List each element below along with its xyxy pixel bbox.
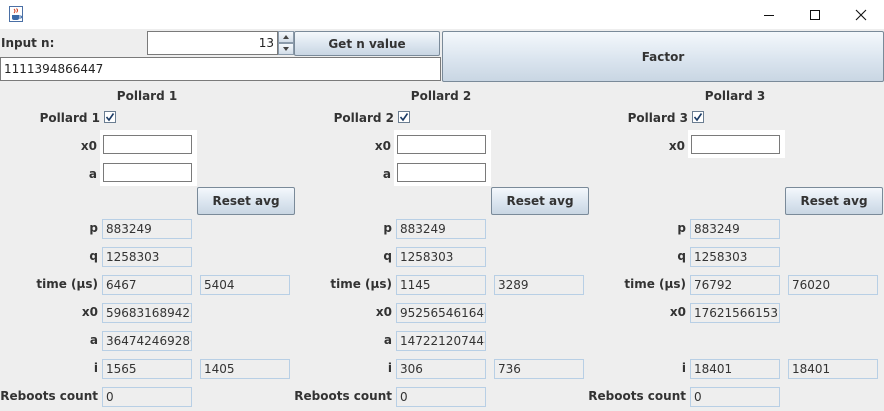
input-n-label: Input n:: [1, 36, 55, 50]
pollard-1-i-value: 1565: [102, 359, 192, 379]
pollard-2-reboots-count-label: Reboots count: [294, 389, 392, 403]
pollard-2-result-a-label: a: [383, 333, 392, 347]
pollard-1-a-input-label: a: [88, 167, 97, 181]
pollard-1-i-avg: 1405: [200, 359, 290, 379]
pollard-2-x0-input[interactable]: [397, 135, 486, 154]
pollard-1-x0-input[interactable]: [103, 135, 192, 154]
pollard-1-checkbox-label: Pollard 1: [39, 111, 100, 125]
pollard-2-x0-input-label: x0: [374, 139, 391, 153]
pollard-1-i-label: i: [93, 361, 98, 375]
pollard-1-result-x0-value: 596831689423: [102, 303, 192, 323]
pollard-1-p-label: p: [89, 221, 98, 235]
pollard-3-x0-input-label: x0: [668, 139, 685, 153]
pollard-2-time-avg: 3289: [494, 275, 584, 295]
pollard-3-result-x0-label: x0: [669, 305, 686, 319]
pollard-3-time-value: 76792: [690, 275, 780, 295]
java-cup-icon: [9, 6, 23, 22]
pollard-1-time-label: time (µs): [36, 277, 98, 291]
pollard-2-p-value: 883249: [396, 219, 486, 239]
pollard-2-checkbox[interactable]: [398, 111, 410, 123]
pollard-1-checkbox[interactable]: [104, 111, 116, 123]
pollard-3-q-value: 1258303: [690, 247, 780, 267]
pollard-1-time-value: 6467: [102, 275, 192, 295]
pollard-3-reboots-count-value: 0: [690, 387, 780, 407]
factor-button[interactable]: Factor: [442, 31, 884, 82]
pollard-3-checkbox[interactable]: [692, 111, 704, 123]
maximize-button[interactable]: [792, 0, 838, 29]
pollard-2-i-value: 306: [396, 359, 486, 379]
arrow-down-icon: [283, 47, 289, 51]
pollard-1-a-input[interactable]: [103, 163, 192, 182]
n-spinner-field[interactable]: 13: [147, 31, 278, 55]
pollard-2-time-label: time (µs): [330, 277, 392, 291]
pollard-1-reset-avg-button[interactable]: Reset avg: [197, 187, 295, 215]
checkmark-icon: [399, 113, 409, 122]
pollard-2-result-x0-label: x0: [375, 305, 392, 319]
pollard-2-result-x0-value: 952565461646: [396, 303, 486, 323]
pollard-2-checkbox-label: Pollard 2: [333, 111, 394, 125]
pollard-2-time-value: 1145: [396, 275, 486, 295]
pollard-1-q-label: q: [89, 249, 98, 263]
pollard-1-header: Pollard 1: [116, 89, 178, 103]
pollard-2-i-avg: 736: [494, 359, 584, 379]
pollard-2-reboots-count-value: 0: [396, 387, 486, 407]
pollard-3-result-x0-value: 176215661537: [690, 303, 780, 323]
close-button[interactable]: [838, 0, 884, 29]
pollard-3-time-avg: 76020: [788, 275, 878, 295]
pollard-1-p-value: 883249: [102, 219, 192, 239]
pollard-1-result-a-value: 364742469286: [102, 331, 192, 351]
pollard-2-p-label: p: [383, 221, 392, 235]
pollard-1-q-value: 1258303: [102, 247, 192, 267]
number-input[interactable]: 1111394866447: [0, 57, 441, 81]
checkmark-icon: [693, 113, 703, 122]
get-n-value-button[interactable]: Get n value: [294, 31, 440, 56]
arrow-up-icon: [283, 35, 289, 39]
pollard-1-reboots-count-value: 0: [102, 387, 192, 407]
checkmark-icon: [105, 113, 115, 122]
pollard-1-x0-input-label: x0: [80, 139, 97, 153]
maximize-icon: [810, 9, 820, 20]
minimize-icon: [764, 14, 774, 16]
pollard-2-q-label: q: [383, 249, 392, 263]
pollard-3-p-label: p: [677, 221, 686, 235]
pollard-3-i-avg: 18401: [788, 359, 878, 379]
minimize-button[interactable]: [746, 0, 792, 29]
pollard-3-time-label: time (µs): [624, 277, 686, 291]
pollard-3-reboots-count-label: Reboots count: [588, 389, 686, 403]
pollard-2-result-a-value: 147221207448: [396, 331, 486, 351]
pollard-3-p-value: 883249: [690, 219, 780, 239]
pollard-3-reset-avg-button[interactable]: Reset avg: [785, 187, 883, 215]
pollard-3-q-label: q: [677, 249, 686, 263]
pollard-3-checkbox-label: Pollard 3: [627, 111, 688, 125]
pollard-1-reboots-count-label: Reboots count: [0, 389, 98, 403]
pollard-1-result-x0-label: x0: [81, 305, 98, 319]
pollard-3-header: Pollard 3: [704, 89, 766, 103]
pollard-2-a-input-label: a: [382, 167, 391, 181]
pollard-2-q-value: 1258303: [396, 247, 486, 267]
pollard-2-header: Pollard 2: [410, 89, 472, 103]
pollard-2-i-label: i: [387, 361, 392, 375]
pollard-2-reset-avg-button[interactable]: Reset avg: [491, 187, 589, 215]
pollard-3-i-label: i: [681, 361, 686, 375]
pollard-1-result-a-label: a: [89, 333, 98, 347]
spinner-down-button[interactable]: [278, 43, 294, 55]
pollard-3-x0-input[interactable]: [691, 135, 780, 154]
pollard-3-i-value: 18401: [690, 359, 780, 379]
close-icon: [855, 9, 867, 20]
pollard-1-time-avg: 5404: [200, 275, 290, 295]
spinner-up-button[interactable]: [278, 31, 294, 43]
pollard-2-a-input[interactable]: [397, 163, 486, 182]
